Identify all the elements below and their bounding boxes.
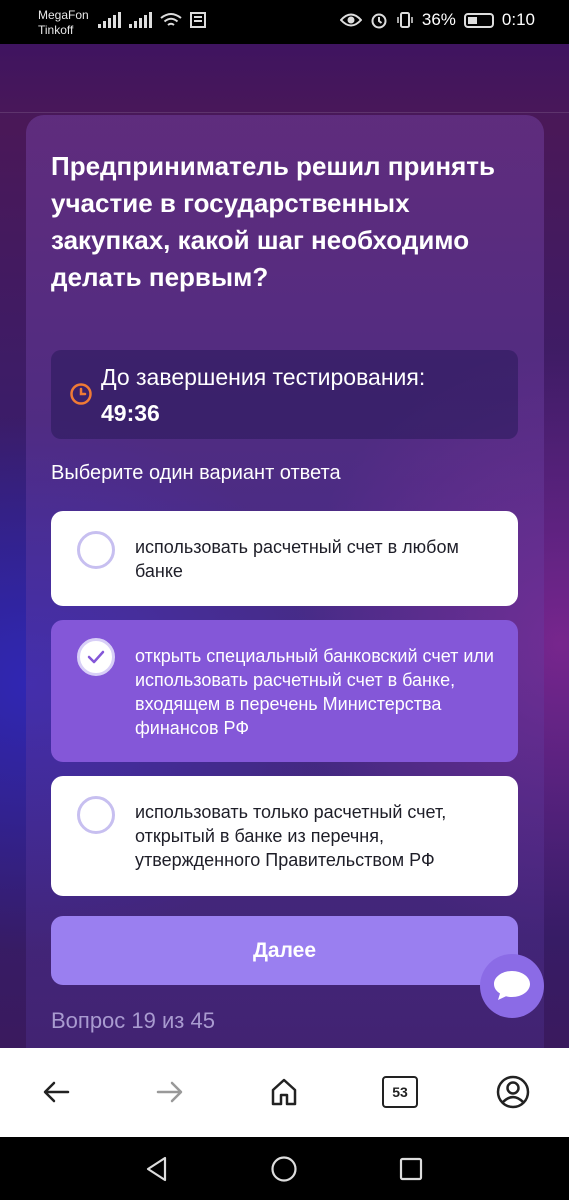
home-button[interactable] (264, 1074, 304, 1110)
instruction-text: Выберите один вариант ответа (51, 462, 341, 484)
browser-toolbar: 53 (0, 1048, 569, 1137)
back-button[interactable] (36, 1074, 76, 1110)
chat-bubble-icon (494, 971, 530, 1000)
signal-icons (98, 12, 206, 28)
forward-button[interactable] (150, 1074, 190, 1110)
clock-icon (70, 383, 92, 405)
clock-time: 0:10 (501, 10, 535, 29)
answer-option-2[interactable]: открыть специальный банковский счет или … (51, 620, 518, 762)
home-icon (271, 1078, 297, 1106)
carrier-1: MegaFon (38, 8, 89, 22)
question-text: Предприниматель решил принять участие в … (51, 151, 495, 292)
signal-icon (129, 12, 152, 28)
next-button[interactable]: Далее (51, 916, 518, 985)
answer-option-1[interactable]: использовать расчетный счет в любом банк… (51, 511, 518, 606)
profile-button[interactable] (493, 1074, 533, 1110)
wifi-icon (160, 13, 182, 26)
chat-button[interactable] (480, 954, 544, 1018)
system-navigation-bar (0, 1137, 569, 1200)
nav-home-icon[interactable] (270, 1155, 298, 1183)
radio-button-checked[interactable] (77, 638, 115, 676)
tabs-count: 53 (382, 1076, 418, 1108)
option-text: использовать расчетный счет в любом банк… (135, 537, 459, 581)
timer-value: 49:36 (101, 400, 160, 426)
checkmark-icon (87, 650, 105, 664)
answer-option-3[interactable]: использовать только расчетный счет, откр… (51, 776, 518, 896)
option-text: использовать только расчетный счет, откр… (135, 802, 447, 870)
timer-label: До завершения тестирования: (101, 364, 426, 390)
nav-back-icon[interactable] (143, 1155, 171, 1183)
forward-arrow-icon (156, 1081, 183, 1103)
signal-icon (98, 12, 121, 28)
app-content: Предприниматель решил принять участие в … (0, 44, 569, 1048)
status-bar: MegaFon Tinkoff 36% 0:10 (0, 0, 569, 44)
radio-button[interactable] (77, 796, 115, 834)
battery-icon (463, 12, 494, 28)
tabs-button[interactable]: 53 (380, 1074, 420, 1110)
back-arrow-icon (43, 1081, 70, 1103)
alarm-icon (371, 13, 387, 29)
option-text: открыть специальный банковский счет или … (135, 646, 494, 738)
nav-recents-icon[interactable] (397, 1155, 425, 1183)
carrier-names: MegaFon Tinkoff (38, 8, 89, 38)
status-right: 36% 0:10 (339, 10, 535, 30)
news-icon (190, 12, 206, 28)
radio-button[interactable] (77, 531, 115, 569)
timer-box: До завершения тестирования: 49:36 (51, 350, 518, 439)
tabs-icon: 53 (382, 1076, 418, 1108)
question-progress: Вопрос 19 из 45 (51, 1008, 215, 1033)
header-divider (0, 112, 569, 113)
eye-icon (339, 13, 362, 27)
carrier-2: Tinkoff (38, 23, 74, 37)
battery-percent: 36% (421, 10, 456, 29)
profile-icon (496, 1075, 530, 1109)
vibrate-icon (397, 12, 413, 28)
